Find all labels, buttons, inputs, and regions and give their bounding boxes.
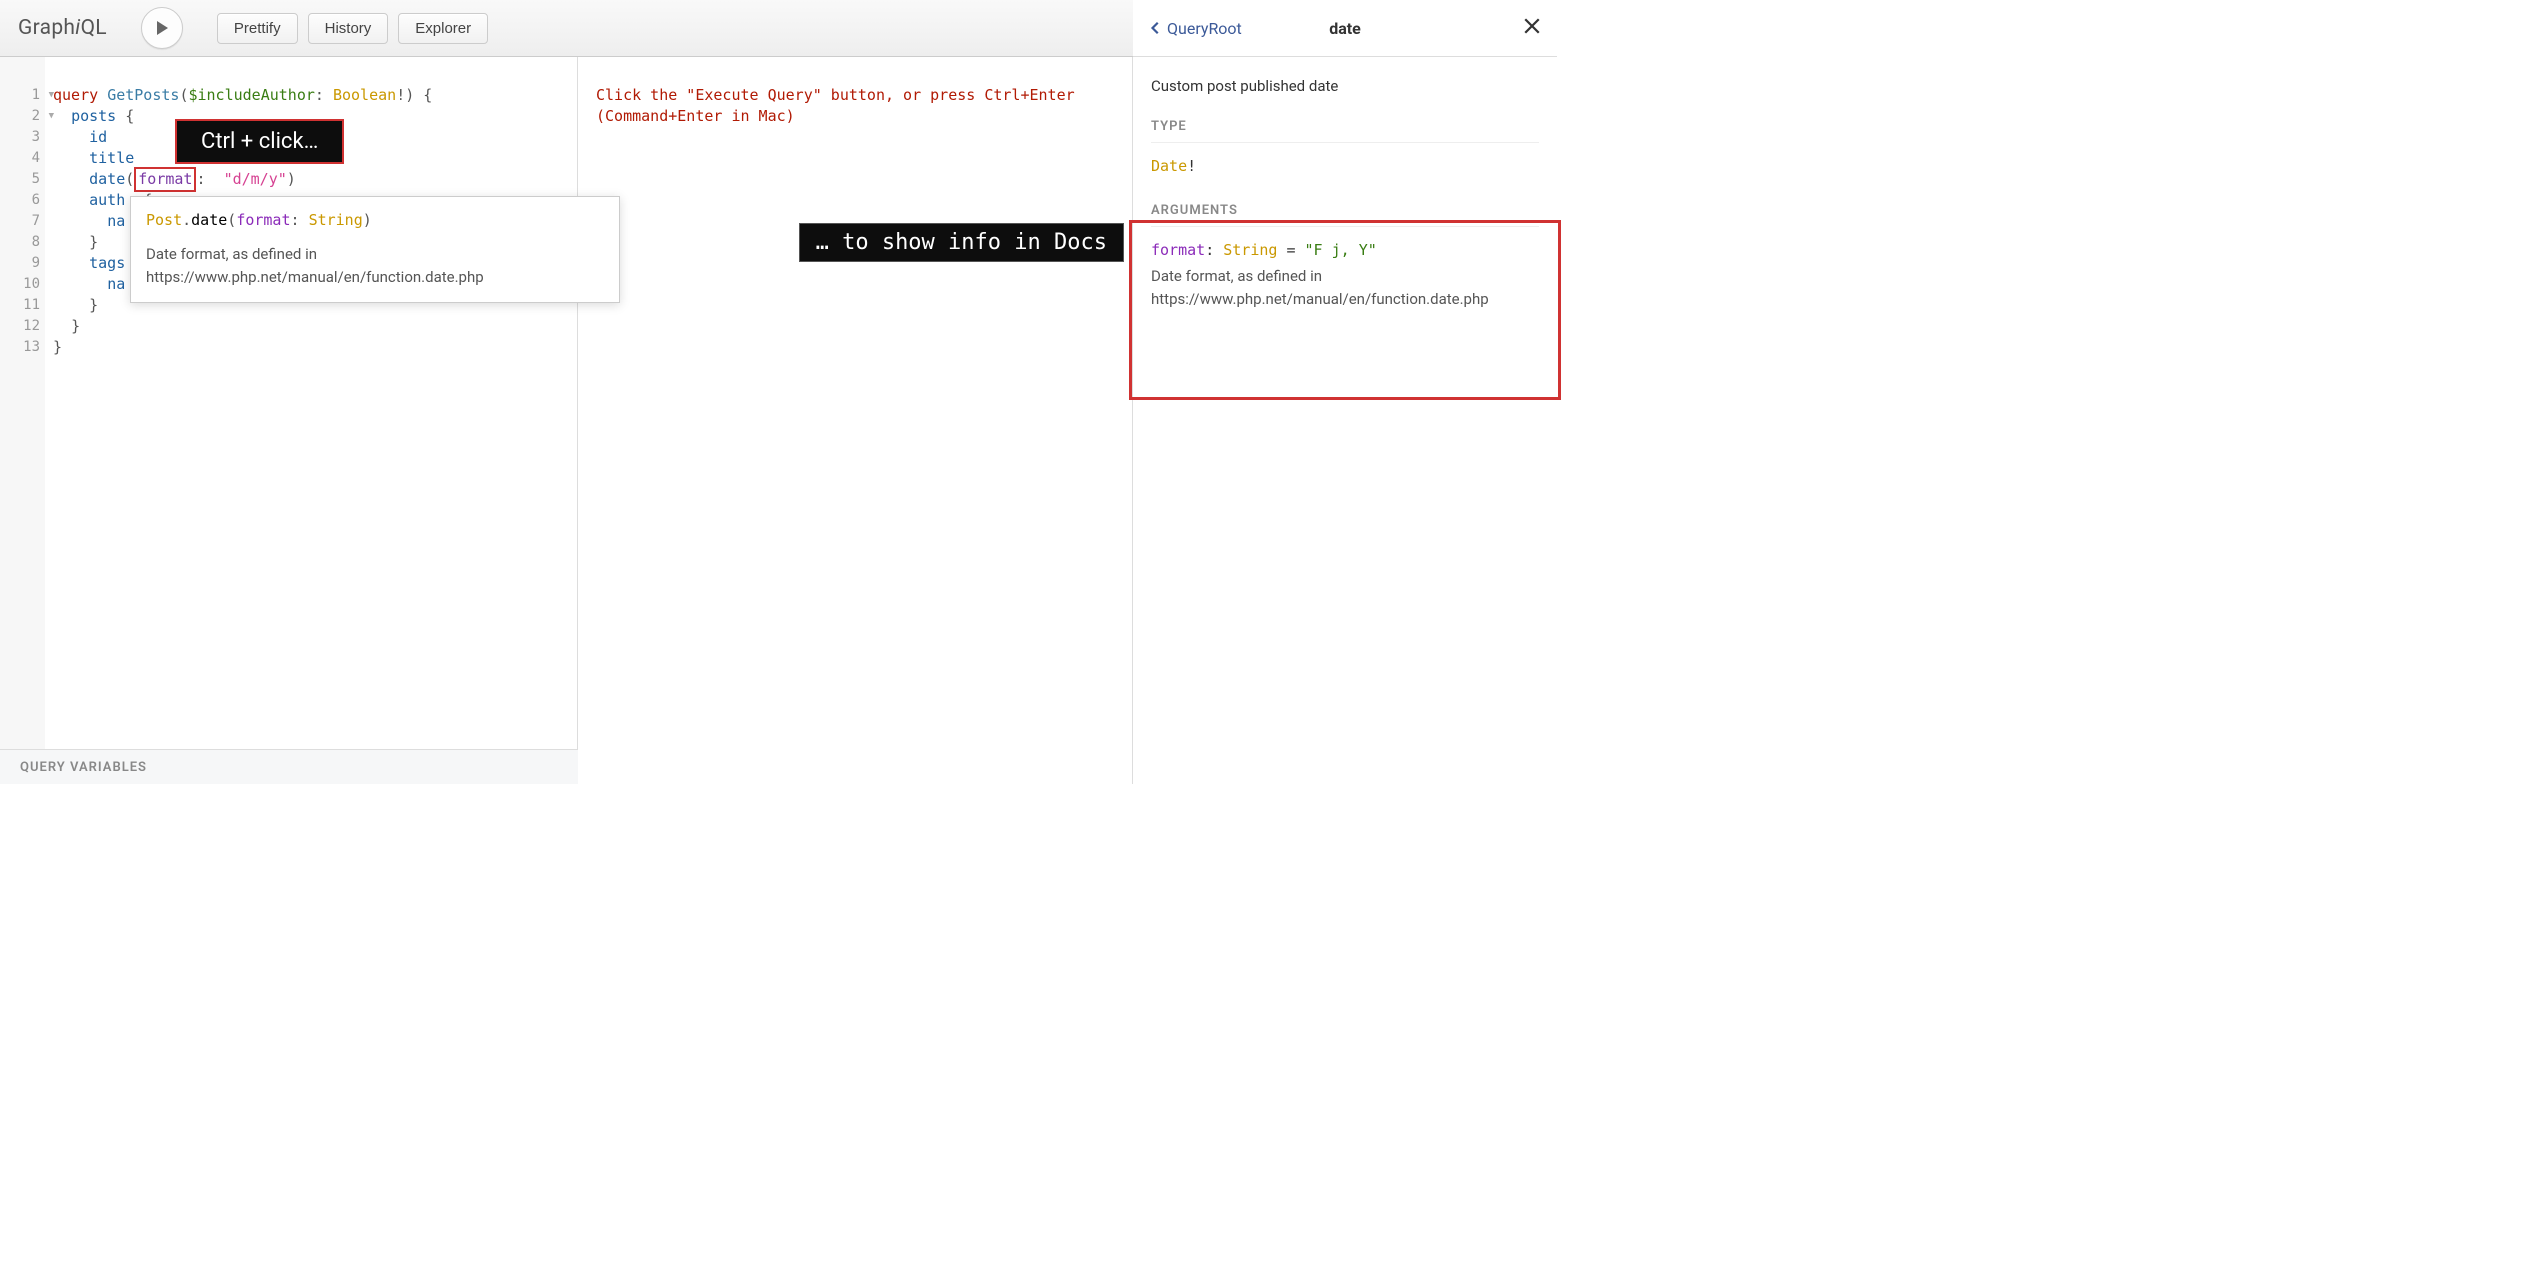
annotation-docs-info: … to show info in Docs — [799, 223, 1124, 262]
docs-arguments-section: format: String = "F j, Y" Date format, a… — [1151, 241, 1539, 310]
execute-button[interactable] — [141, 7, 183, 49]
docs-title: date — [1329, 19, 1361, 38]
chevron-left-icon — [1149, 21, 1163, 35]
history-button[interactable]: History — [308, 13, 389, 44]
docs-type-link[interactable]: Date — [1151, 157, 1187, 175]
result-placeholder-line2: (Command+Enter in Mac) — [596, 106, 1114, 127]
result-pane: Click the "Execute Query" button, or pre… — [578, 57, 1132, 784]
docs-argument-item: format: String = "F j, Y" — [1151, 241, 1539, 259]
docs-arg-type-link[interactable]: String — [1223, 241, 1277, 259]
docs-back-button[interactable]: QueryRoot — [1149, 19, 1242, 38]
docs-close-button[interactable] — [1523, 16, 1541, 41]
docs-back-label: QueryRoot — [1167, 19, 1242, 38]
hover-tooltip: Post.date(format: String) Date format, a… — [130, 196, 620, 303]
docs-arg-name[interactable]: format — [1151, 241, 1205, 259]
query-variables-toggle[interactable]: QUERY VARIABLES — [0, 749, 578, 784]
docs-pane: QueryRoot date Custom post published dat… — [1132, 57, 1557, 784]
editor-gutter: 1▼ 2▼ 3 4 5 6 7 8 9 10 11 12 13 — [0, 57, 45, 749]
docs-arguments-heading: ARGUMENTS — [1151, 203, 1539, 227]
docs-header: QueryRoot date — [1133, 0, 1557, 57]
docs-type-value: Date! — [1151, 157, 1539, 175]
result-placeholder-line1: Click the "Execute Query" button, or pre… — [596, 85, 1114, 106]
tooltip-description: Date format, as defined in https://www.p… — [146, 243, 604, 288]
docs-type-heading: TYPE — [1151, 119, 1539, 143]
prettify-button[interactable]: Prettify — [217, 13, 298, 44]
query-editor[interactable]: 1▼ 2▼ 3 4 5 6 7 8 9 10 11 12 13 query Ge… — [0, 57, 578, 749]
main-area: 1▼ 2▼ 3 4 5 6 7 8 9 10 11 12 13 query Ge… — [0, 57, 1557, 784]
close-icon — [1523, 17, 1541, 35]
docs-arg-description: Date format, as defined in https://www.p… — [1151, 265, 1539, 310]
docs-description: Custom post published date — [1151, 77, 1539, 95]
play-icon — [154, 20, 170, 36]
docs-body: Custom post published date TYPE Date! AR… — [1133, 57, 1557, 330]
app-logo: GraphiQL — [18, 16, 107, 40]
explorer-button[interactable]: Explorer — [398, 13, 488, 44]
editor-pane: 1▼ 2▼ 3 4 5 6 7 8 9 10 11 12 13 query Ge… — [0, 57, 578, 784]
tooltip-signature: Post.date(format: String) — [146, 211, 604, 229]
annotation-ctrl-click: Ctrl + click… — [175, 119, 344, 164]
